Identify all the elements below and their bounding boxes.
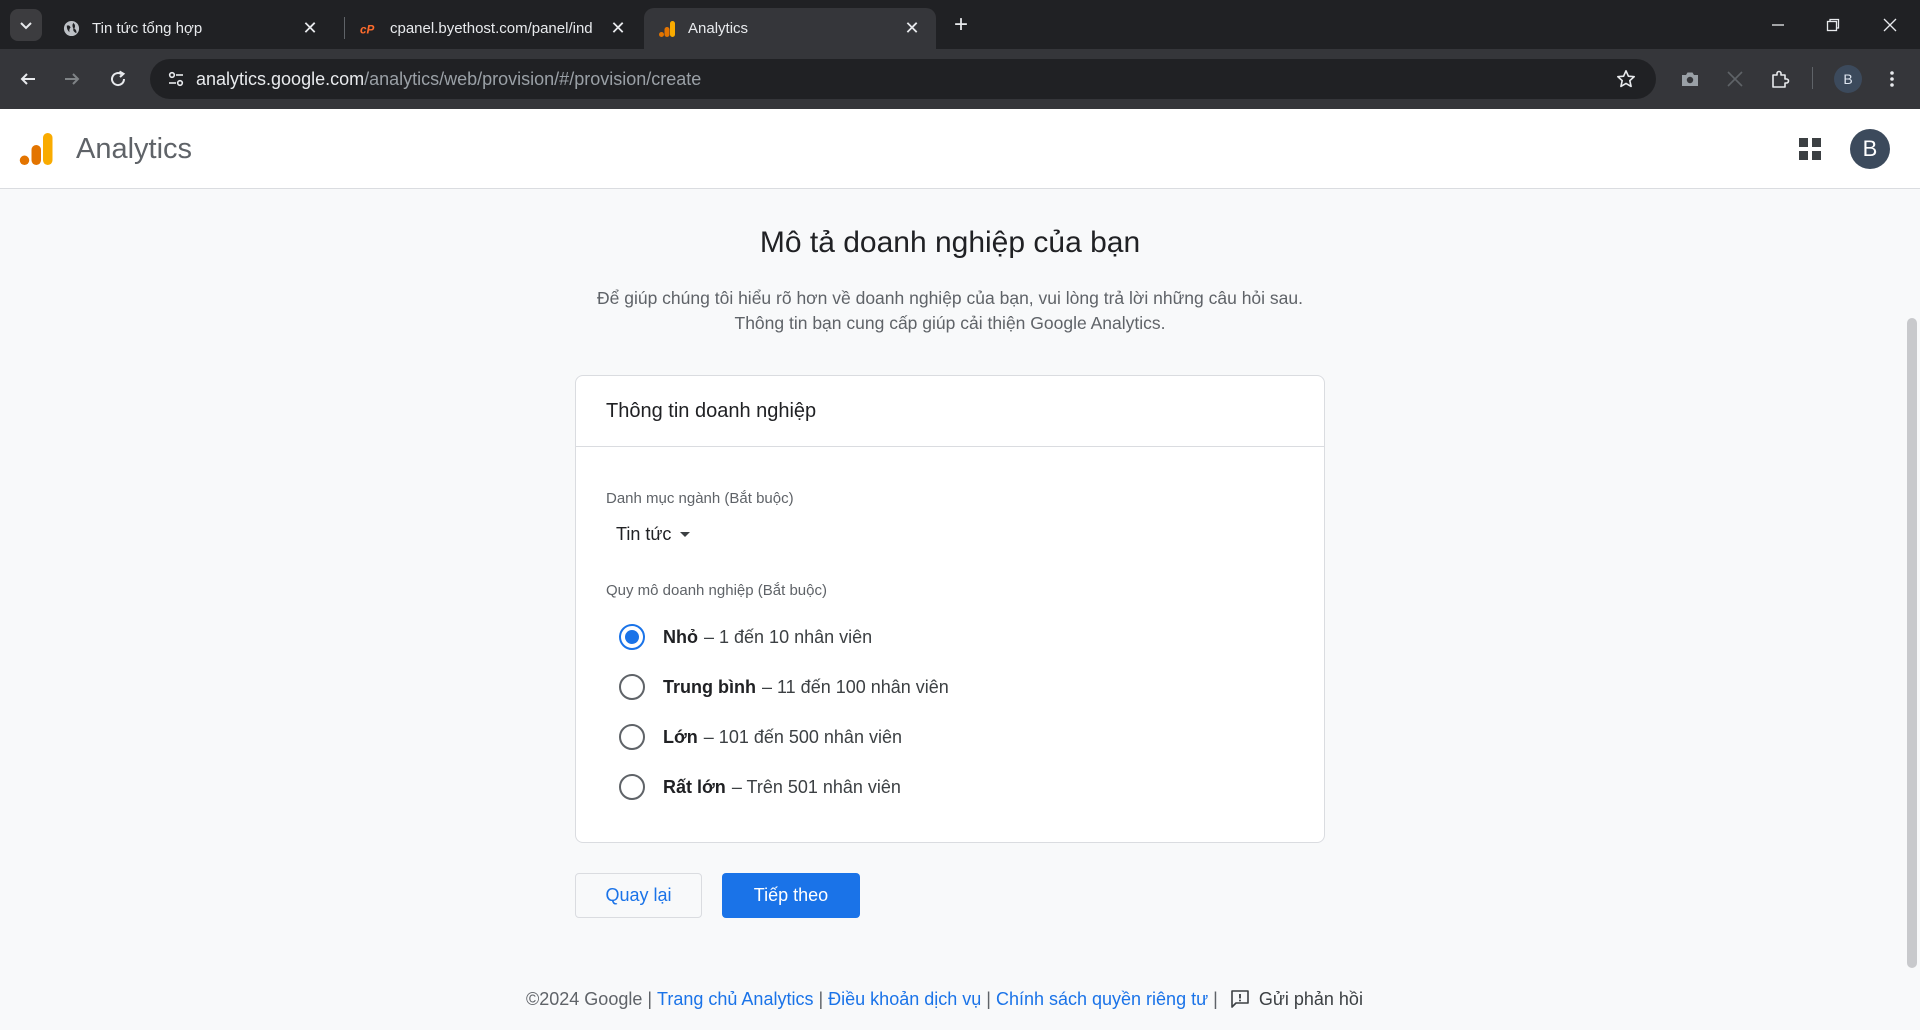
next-button[interactable]: Tiếp theo <box>722 873 860 918</box>
browser-tab-3[interactable]: Analytics ✕ <box>644 8 936 49</box>
radio-button-checked[interactable] <box>619 624 645 650</box>
industry-select[interactable]: Tin tức <box>616 524 691 545</box>
minimize-icon <box>1772 24 1784 26</box>
footer-separator: | <box>647 988 653 1009</box>
industry-selected-value: Tin tức <box>616 524 672 544</box>
footer-separator: | <box>986 988 991 1009</box>
feedback-link[interactable]: Gửi phản hồi <box>1259 989 1363 1010</box>
size-option-detail: – 11 đến 100 nhân viên <box>761 676 949 697</box>
reload-icon <box>111 70 126 87</box>
size-option-name: Rất lớn <box>663 776 726 797</box>
extensions-puzzle-icon[interactable] <box>1764 63 1796 95</box>
footer-separator: | <box>1213 988 1218 1009</box>
size-option-very-large[interactable]: Rất lớn – Trên 501 nhân viên <box>619 774 901 800</box>
size-option-detail: – 1 đến 10 nhân viên <box>704 626 873 647</box>
back-button[interactable]: Quay lại <box>575 873 702 918</box>
apps-grid-icon <box>1799 138 1821 160</box>
description-line-1: Để giúp chúng tôi hiểu rõ hơn về doanh n… <box>597 288 1303 308</box>
dropdown-arrow-icon <box>680 532 691 537</box>
size-option-detail: – 101 đến 500 nhân viên <box>703 726 902 747</box>
footer-link-privacy[interactable]: Chính sách quyền riêng tư <box>996 989 1208 1010</box>
url-text: analytics.google.com/analytics/web/provi… <box>196 69 701 90</box>
app-header: Analytics B <box>0 109 1920 189</box>
radio-button[interactable] <box>619 774 645 800</box>
address-bar[interactable]: analytics.google.com/analytics/web/provi… <box>150 59 1656 99</box>
business-size-label: Quy mô doanh nghiệp (Bắt buộc) <box>606 582 827 599</box>
size-option-large[interactable]: Lớn – 101 đến 500 nhân viên <box>619 724 902 750</box>
page-title: Mô tả doanh nghiệp của bạn <box>759 226 1141 259</box>
scrollbar-thumb[interactable] <box>1907 318 1917 968</box>
tab-search-button[interactable] <box>10 9 42 41</box>
reload-button[interactable] <box>102 63 134 95</box>
restore-button[interactable] <box>1813 8 1853 42</box>
url-path: /analytics/web/provision/#/provision/cre… <box>364 68 702 89</box>
browser-tab-title: Analytics <box>688 20 749 37</box>
size-option-small[interactable]: Nhỏ – 1 đến 10 nhân viên <box>619 624 872 650</box>
browser-profile-avatar[interactable]: B <box>1834 65 1862 93</box>
cpanel-icon: cP <box>360 20 378 38</box>
browser-menu-icon[interactable] <box>1876 63 1908 95</box>
site-info-icon[interactable] <box>156 59 196 99</box>
size-option-name: Nhỏ <box>663 626 698 647</box>
x-extension-icon[interactable] <box>1719 63 1751 95</box>
new-tab-button[interactable]: + <box>948 11 974 38</box>
size-option-name: Trung bình <box>663 676 756 697</box>
svg-text:cP: cP <box>360 23 375 36</box>
size-option-name: Lớn <box>663 726 698 747</box>
page-description: Để giúp chúng tôi hiểu rõ hơn về doanh n… <box>0 286 1900 336</box>
radio-button[interactable] <box>619 724 645 750</box>
browser-tab-title: cpanel.byethost.com/panel/ind <box>390 20 593 37</box>
user-avatar[interactable]: B <box>1850 129 1890 169</box>
chevron-down-icon <box>20 22 32 30</box>
industry-label: Danh mục ngành (Bắt buộc) <box>606 490 794 507</box>
forward-nav-button[interactable] <box>56 63 88 95</box>
close-icon[interactable]: ✕ <box>608 18 628 39</box>
browser-toolbar: analytics.google.com/analytics/web/provi… <box>0 49 1920 109</box>
camera-icon[interactable] <box>1674 63 1706 95</box>
browser-tab-2[interactable]: cP cpanel.byethost.com/panel/ind ✕ <box>346 8 642 49</box>
footer-separator: | <box>818 988 824 1009</box>
copyright-text: ©2024 Google <box>526 988 643 1009</box>
description-line-2: Thông tin bạn cung cấp giúp cải thiện Go… <box>734 313 1166 333</box>
window-close-button[interactable] <box>1870 8 1910 42</box>
close-icon[interactable]: ✕ <box>300 18 320 39</box>
restore-icon <box>1826 18 1840 32</box>
page-footer: ©2024 Google | Trang chủ Analytics | Điề… <box>526 988 1363 1010</box>
globe-icon <box>62 20 80 38</box>
minimize-button[interactable] <box>1758 8 1798 42</box>
business-info-card: Thông tin doanh nghiệp Danh mục ngành (B… <box>575 375 1325 843</box>
tab-separator <box>344 17 345 39</box>
analytics-logo-icon[interactable] <box>18 131 54 167</box>
google-apps-button[interactable] <box>1796 135 1824 163</box>
toolbar-divider <box>1812 67 1813 89</box>
bookmark-star-icon[interactable] <box>1614 67 1638 91</box>
footer-link-analytics-home[interactable]: Trang chủ Analytics <box>657 989 813 1010</box>
radio-button[interactable] <box>619 674 645 700</box>
back-nav-button[interactable] <box>12 63 44 95</box>
app-name: Analytics <box>76 133 193 165</box>
size-option-detail: – Trên 501 nhân viên <box>731 776 901 797</box>
browser-tab-title: Tin tức tổng hợp <box>92 20 203 37</box>
browser-tab-1[interactable]: Tin tức tổng hợp ✕ <box>48 8 334 49</box>
size-option-medium[interactable]: Trung bình – 11 đến 100 nhân viên <box>619 674 949 700</box>
close-icon <box>1883 18 1897 32</box>
close-icon[interactable]: ✕ <box>902 18 922 39</box>
url-host: analytics.google.com <box>196 68 365 89</box>
arrow-right-icon <box>65 73 80 85</box>
card-title: Thông tin doanh nghiệp <box>576 376 1324 447</box>
browser-tabstrip: Tin tức tổng hợp ✕ cP cpanel.byethost.co… <box>0 0 1920 49</box>
analytics-icon <box>658 20 676 38</box>
arrow-left-icon <box>20 73 35 85</box>
footer-link-terms[interactable]: Điều khoản dịch vụ <box>828 989 981 1010</box>
feedback-icon[interactable] <box>1229 988 1251 1010</box>
